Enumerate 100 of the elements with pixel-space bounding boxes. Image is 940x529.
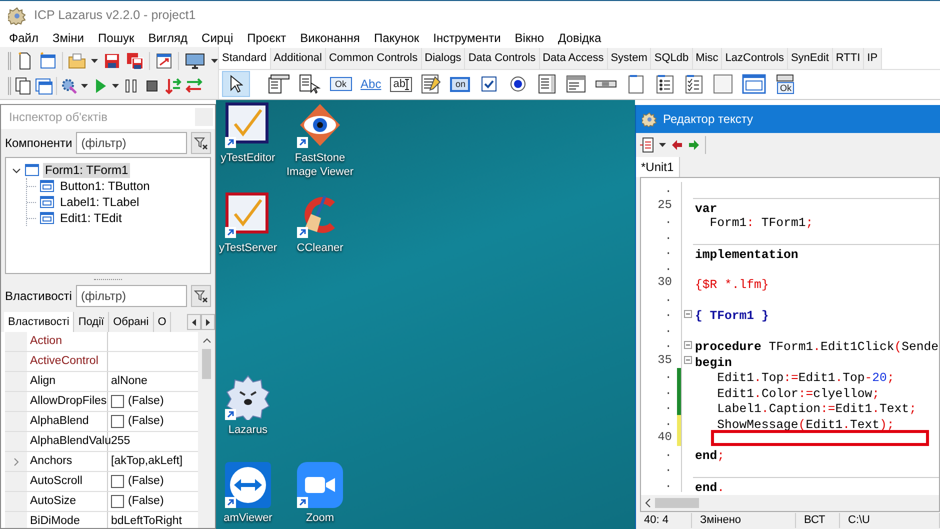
component-palette-button[interactable]: Abc <box>360 71 382 98</box>
desktop-icon-label[interactable]: amViewer <box>224 511 272 525</box>
toggle-form-icon[interactable] <box>155 52 173 70</box>
window-icon[interactable] <box>35 76 53 94</box>
up-chevron-icon[interactable] <box>202 338 210 343</box>
palette-tab[interactable]: LazControls <box>722 48 788 69</box>
palette-tab[interactable]: System <box>608 48 652 69</box>
property-checkbox[interactable] <box>111 415 124 428</box>
expanded-caret-icon[interactable] <box>12 166 21 174</box>
new-window-icon[interactable] <box>39 52 57 70</box>
property-value[interactable]: (False) <box>128 412 164 430</box>
desktop-icon-label[interactable]: yTestServer <box>218 241 278 255</box>
property-value[interactable]: [akTop,akLeft] <box>111 452 183 470</box>
tab-scroll-left-button[interactable] <box>187 314 201 330</box>
menu-item[interactable]: Пакунок <box>374 31 420 46</box>
menu-item[interactable]: Виконання <box>300 31 360 46</box>
popup-menu-icon <box>299 74 321 94</box>
property-value[interactable]: 255 <box>111 432 130 450</box>
shortcut-arrow-icon <box>297 227 308 238</box>
toggle-component-icon: on <box>450 76 470 92</box>
tree-item[interactable]: Form1: TForm1 <box>43 162 130 178</box>
palette-tab[interactable]: Additional <box>270 48 326 69</box>
property-checkbox[interactable] <box>111 475 124 488</box>
clear-filter-button[interactable] <box>191 132 211 154</box>
caret-icon[interactable] <box>659 143 666 147</box>
clear-filter-button[interactable] <box>191 285 211 307</box>
desktop-icon-label[interactable]: yTestEditor <box>220 151 276 165</box>
pages-icon[interactable] <box>14 76 32 94</box>
menu-item[interactable]: Сирці <box>202 31 234 46</box>
menu-item[interactable]: Вікно <box>514 31 544 46</box>
desktop-icon-label[interactable]: Zoom <box>306 511 334 525</box>
desktop-icon-label[interactable]: Lazarus <box>228 423 268 437</box>
property-checkbox[interactable] <box>111 395 124 408</box>
fold-marker-icon[interactable] <box>684 310 692 318</box>
memo-icon <box>421 74 442 94</box>
menu-item[interactable]: Пошук <box>98 31 134 46</box>
code-line: Form1: TForm1; <box>708 216 814 230</box>
tree-item[interactable]: Button1: TButton <box>58 178 152 194</box>
palette-tab[interactable]: Dialogs <box>422 48 466 69</box>
palette-tab[interactable]: IP <box>864 48 882 69</box>
shortcut-arrow-icon <box>225 497 236 508</box>
caret-icon[interactable] <box>81 84 88 88</box>
vertical-scrollbar[interactable] <box>198 332 215 528</box>
caret-icon[interactable] <box>211 58 218 62</box>
property-value[interactable]: (False) <box>128 492 164 510</box>
folder-icon[interactable] <box>68 52 86 70</box>
menu-item[interactable]: Довідка <box>558 31 602 46</box>
frame-icon <box>742 74 766 94</box>
desktop-icon-label[interactable]: FastStone Image Viewer <box>281 151 359 179</box>
desktop-icon-label[interactable]: CCleaner <box>296 241 344 255</box>
code-line: end. <box>695 480 725 494</box>
editor-tab[interactable]: *Unit1 <box>636 157 680 177</box>
property-value[interactable]: (False) <box>128 472 164 490</box>
monitor-icon[interactable] <box>184 52 206 70</box>
menu-item[interactable]: Вигляд <box>148 31 188 46</box>
menu-item[interactable]: Зміни <box>52 31 84 46</box>
scrollbar-thumb[interactable] <box>202 349 211 379</box>
palette-tab[interactable]: Data Controls <box>465 48 540 69</box>
save-icon[interactable] <box>103 52 121 70</box>
fold-marker-icon[interactable] <box>684 340 692 349</box>
settings-icon[interactable] <box>60 76 78 94</box>
step-into-icon[interactable] <box>164 76 182 94</box>
shortcut-arrow-icon <box>225 409 236 420</box>
component-palette-button[interactable]: ab <box>389 71 414 98</box>
inspector-tab[interactable]: Властивості <box>4 312 74 332</box>
component-palette-button[interactable] <box>222 71 250 98</box>
property-value[interactable]: (False) <box>128 392 164 410</box>
menu-item[interactable]: Проєкт <box>247 31 286 46</box>
scroll-bar-icon <box>595 79 618 90</box>
list-box-icon <box>538 74 556 94</box>
property-value[interactable]: bdLeftToRight <box>111 512 182 528</box>
horizontal-scrollbar[interactable] <box>641 495 939 511</box>
property-checkbox[interactable] <box>111 495 124 508</box>
caret-icon[interactable] <box>91 58 98 62</box>
palette-tab[interactable]: Misc <box>692 48 722 69</box>
palette-tab[interactable]: RTTI <box>832 48 864 69</box>
panel-icon <box>713 74 734 94</box>
tree-item[interactable]: Edit1: TEdit <box>58 210 124 226</box>
components-filter-field[interactable]: (фільтр) <box>76 132 187 154</box>
palette-tab[interactable]: SQLdb <box>651 48 693 69</box>
fold-marker-icon[interactable] <box>684 356 692 364</box>
tree-item[interactable]: Label1: TLabel <box>58 194 142 210</box>
palette-tab[interactable]: SynEdit <box>788 48 833 69</box>
save-all-icon[interactable] <box>126 52 144 70</box>
menu-item[interactable]: Інструменти <box>433 31 501 46</box>
line-number: . <box>664 322 673 337</box>
step-over-icon[interactable] <box>185 76 203 94</box>
expand-chevron-icon[interactable] <box>14 458 18 466</box>
tab-scroll-right-button[interactable] <box>201 314 215 330</box>
scrollbar-thumb[interactable] <box>655 498 699 508</box>
property-name: AlphaBlend <box>30 414 89 429</box>
caret-icon[interactable] <box>112 84 119 88</box>
property-value[interactable]: alNone <box>111 372 148 390</box>
component-palette-button[interactable]: on <box>449 71 472 98</box>
palette-tab[interactable]: Data Access <box>540 48 608 69</box>
properties-filter-field[interactable]: (фільтр) <box>76 285 187 307</box>
palette-tab[interactable]: Common Controls <box>326 48 422 69</box>
component-palette-button[interactable]: Ok <box>329 71 353 98</box>
list-icon[interactable] <box>640 136 654 154</box>
menu-item[interactable]: Файл <box>9 31 39 46</box>
